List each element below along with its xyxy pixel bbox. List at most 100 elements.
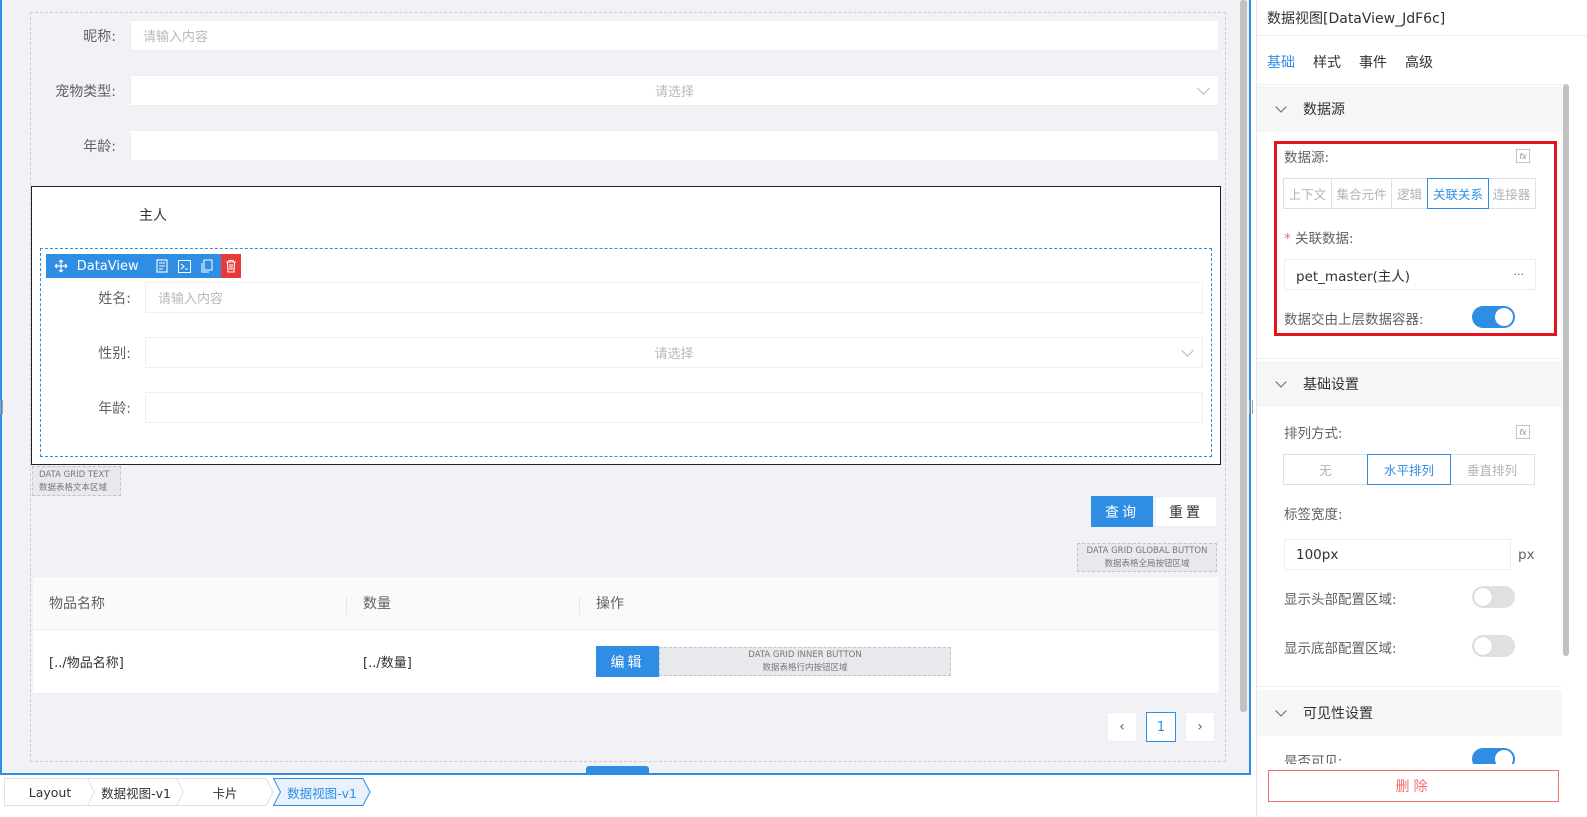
bottom-scroll-indicator[interactable] <box>586 766 649 773</box>
copy-icon[interactable] <box>200 258 215 274</box>
toggle-knob <box>1495 750 1513 764</box>
data-grid-global-button-area[interactable]: DATA GRID GLOBAL BUTTON 数据表格全局按钮区域 <box>1077 543 1217 572</box>
delete-component-button[interactable]: 删除 <box>1268 770 1559 802</box>
toggle-knob <box>1474 637 1492 655</box>
reset-button[interactable]: 重置 <box>1155 496 1217 527</box>
gender-select[interactable]: 请选择 <box>145 337 1203 368</box>
nickname-input[interactable]: 请输入内容 <box>130 20 1219 51</box>
chevron-down-icon <box>1197 82 1210 95</box>
show-footer-label: 显示底部配置区域: <box>1284 641 1397 657</box>
name-label: 姓名: <box>98 290 131 307</box>
global-btn-tag-line1: DATA GRID GLOBAL BUTTON <box>1086 546 1208 556</box>
tab-events[interactable]: 事件 <box>1359 52 1387 72</box>
age-row: 年龄: <box>30 130 1219 161</box>
cell-count: [../数量] <box>363 656 412 671</box>
nickname-row: 昵称: 请输入内容 <box>30 20 1219 51</box>
arrange-label: 排列方式: <box>1284 426 1343 442</box>
chevron-down-icon <box>1275 376 1287 388</box>
chevron-down-icon <box>1181 344 1194 357</box>
function-icon[interactable]: fx <box>1516 425 1530 439</box>
show-header-toggle[interactable] <box>1472 586 1515 608</box>
pet-type-row: 宠物类型: 请选择 <box>30 75 1219 106</box>
gender-label: 性别: <box>98 345 131 362</box>
cell-actions: 编辑 DATA GRID INNER BUTTON 数据表格行内按钮区域 <box>580 646 1219 677</box>
master-card[interactable]: 主人 DataView 姓名: 请输入内容 性别: 请选择 年龄: <box>31 186 1221 465</box>
divider <box>1257 84 1562 85</box>
left-resize-handle[interactable] <box>0 400 3 414</box>
show-header-label: 显示头部配置区域: <box>1284 592 1397 608</box>
design-canvas[interactable]: 昵称: 请输入内容 宠物类型: 请选择 年龄: 主人 DataView 姓名: … <box>0 0 1251 775</box>
pet-type-placeholder: 请选择 <box>654 85 694 100</box>
section-visibility-title: 可见性设置 <box>1303 706 1373 722</box>
nickname-placeholder: 请输入内容 <box>143 30 209 45</box>
panel-title: 数据视图[DataView_JdF6c] <box>1267 11 1446 27</box>
tab-basic[interactable]: 基础 <box>1267 52 1295 72</box>
arrange-option-vertical[interactable]: 垂直排列 <box>1450 455 1534 484</box>
arrange-option-none[interactable]: 无 <box>1284 455 1368 484</box>
properties-panel: 数据视图[DataView_JdF6c] 基础 样式 事件 高级 数据源 数据源… <box>1256 0 1587 817</box>
cell-name: [../物品名称] <box>49 656 124 671</box>
right-resize-handle[interactable] <box>1249 400 1253 414</box>
gender-row: 性别: 请选择 <box>47 337 1203 368</box>
master-card-title: 主人 <box>139 208 167 224</box>
arrange-segmented: 无 水平排列 垂直排列 <box>1283 454 1535 485</box>
divider <box>1257 686 1562 687</box>
pagination-page-1[interactable]: 1 <box>1146 712 1176 742</box>
divider <box>1257 358 1562 359</box>
data-grid-inner-button-area[interactable]: DATA GRID INNER BUTTON 数据表格行内按钮区域 <box>659 647 951 676</box>
age-label: 年龄: <box>83 138 116 155</box>
master-age-input[interactable] <box>145 392 1203 423</box>
delete-icon[interactable] <box>220 254 241 278</box>
grid-text-tag-line1: DATA GRID TEXT <box>39 470 110 480</box>
canvas-scrollbar[interactable] <box>1240 0 1247 712</box>
arrange-option-horizontal[interactable]: 水平排列 <box>1367 454 1451 485</box>
panel-scrollbar[interactable] <box>1563 84 1569 656</box>
global-btn-tag-line2: 数据表格全局按钮区域 <box>1104 559 1190 569</box>
name-input[interactable]: 请输入内容 <box>145 282 1203 313</box>
dataview-toolbar: DataView <box>46 254 241 278</box>
column-header-count: 数量 <box>347 593 580 615</box>
section-datasource-header[interactable]: 数据源 <box>1257 86 1562 132</box>
section-basic-header[interactable]: 基础设置 <box>1257 361 1562 407</box>
edit-button[interactable]: 编辑 <box>596 646 659 677</box>
pagination-prev-button[interactable]: ‹ <box>1107 712 1137 742</box>
breadcrumb-item-layout[interactable]: Layout <box>4 778 96 806</box>
label-width-value: 100px <box>1296 546 1339 563</box>
breadcrumb: Layout 数据视图-v1 卡片 数据视图-v1 <box>0 775 1251 817</box>
column-header-actions: 操作 <box>596 596 624 612</box>
tab-advanced[interactable]: 高级 <box>1405 52 1433 72</box>
gender-placeholder: 请选择 <box>654 347 694 362</box>
label-width-input[interactable]: 100px <box>1284 539 1511 570</box>
visible-toggle[interactable] <box>1472 748 1515 764</box>
query-button[interactable]: 查询 <box>1091 496 1153 527</box>
move-icon[interactable] <box>54 258 69 274</box>
data-grid-table: 物品名称 数量 操作 [../物品名称] [../数量] 编辑 DATA GRI… <box>33 577 1219 694</box>
master-age-label: 年龄: <box>98 400 131 417</box>
data-grid-text-area[interactable]: DATA GRID TEXT 数据表格文本区域 <box>32 466 121 496</box>
name-placeholder: 请输入内容 <box>158 292 224 307</box>
visibility-row-clip: 是否可见: <box>1257 736 1562 764</box>
tab-style[interactable]: 样式 <box>1313 52 1341 72</box>
pet-type-select[interactable]: 请选择 <box>130 75 1219 106</box>
dataview-toolbar-label: DataView <box>76 258 139 274</box>
section-basic-title: 基础设置 <box>1303 377 1359 393</box>
breadcrumb-item-dataview-1[interactable]: 数据视图-v1 <box>87 778 185 806</box>
column-header-name: 物品名称 <box>33 593 347 615</box>
breadcrumb-label: Layout <box>28 784 72 800</box>
chevron-down-icon <box>1275 705 1287 717</box>
inner-btn-tag-line1: DATA GRID INNER BUTTON <box>748 650 862 660</box>
breadcrumb-item-dataview-current[interactable]: 数据视图-v1 <box>273 778 371 806</box>
table-header: 物品名称 数量 操作 <box>33 577 1219 630</box>
divider <box>1257 35 1587 36</box>
terminal-icon[interactable] <box>177 258 192 274</box>
breadcrumb-label: 卡片 <box>212 785 238 801</box>
pagination-next-button[interactable]: › <box>1185 712 1215 742</box>
breadcrumb-item-card[interactable]: 卡片 <box>176 778 274 806</box>
document-icon[interactable] <box>155 258 170 274</box>
section-datasource-title: 数据源 <box>1303 102 1345 118</box>
section-visibility-header[interactable]: 可见性设置 <box>1257 690 1562 736</box>
highlight-annotation-box <box>1274 141 1557 336</box>
show-footer-toggle[interactable] <box>1472 635 1515 657</box>
dataview-selected[interactable]: DataView 姓名: 请输入内容 性别: 请选择 年龄: <box>40 248 1212 457</box>
age-input[interactable] <box>130 130 1219 161</box>
